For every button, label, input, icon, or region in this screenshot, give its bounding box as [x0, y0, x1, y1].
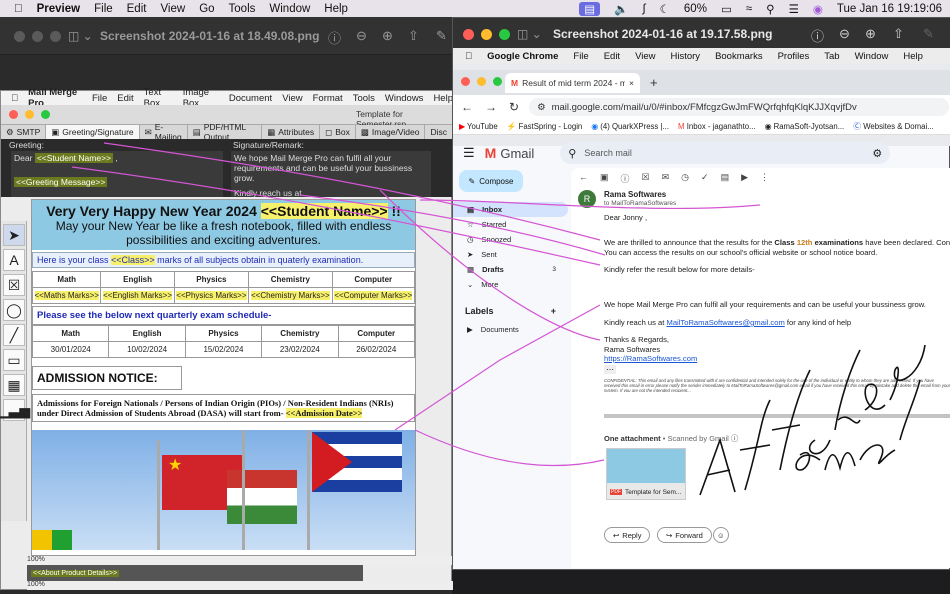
arrow-student-name	[103, 142, 601, 241]
annotation-overlay	[71, 142, 926, 496]
arrow-banner	[419, 199, 761, 210]
arrow-marks	[394, 304, 601, 431]
handwritten-annotation	[699, 344, 926, 496]
arrow-greeting	[71, 166, 601, 266]
arrow-attachment	[414, 429, 605, 467]
